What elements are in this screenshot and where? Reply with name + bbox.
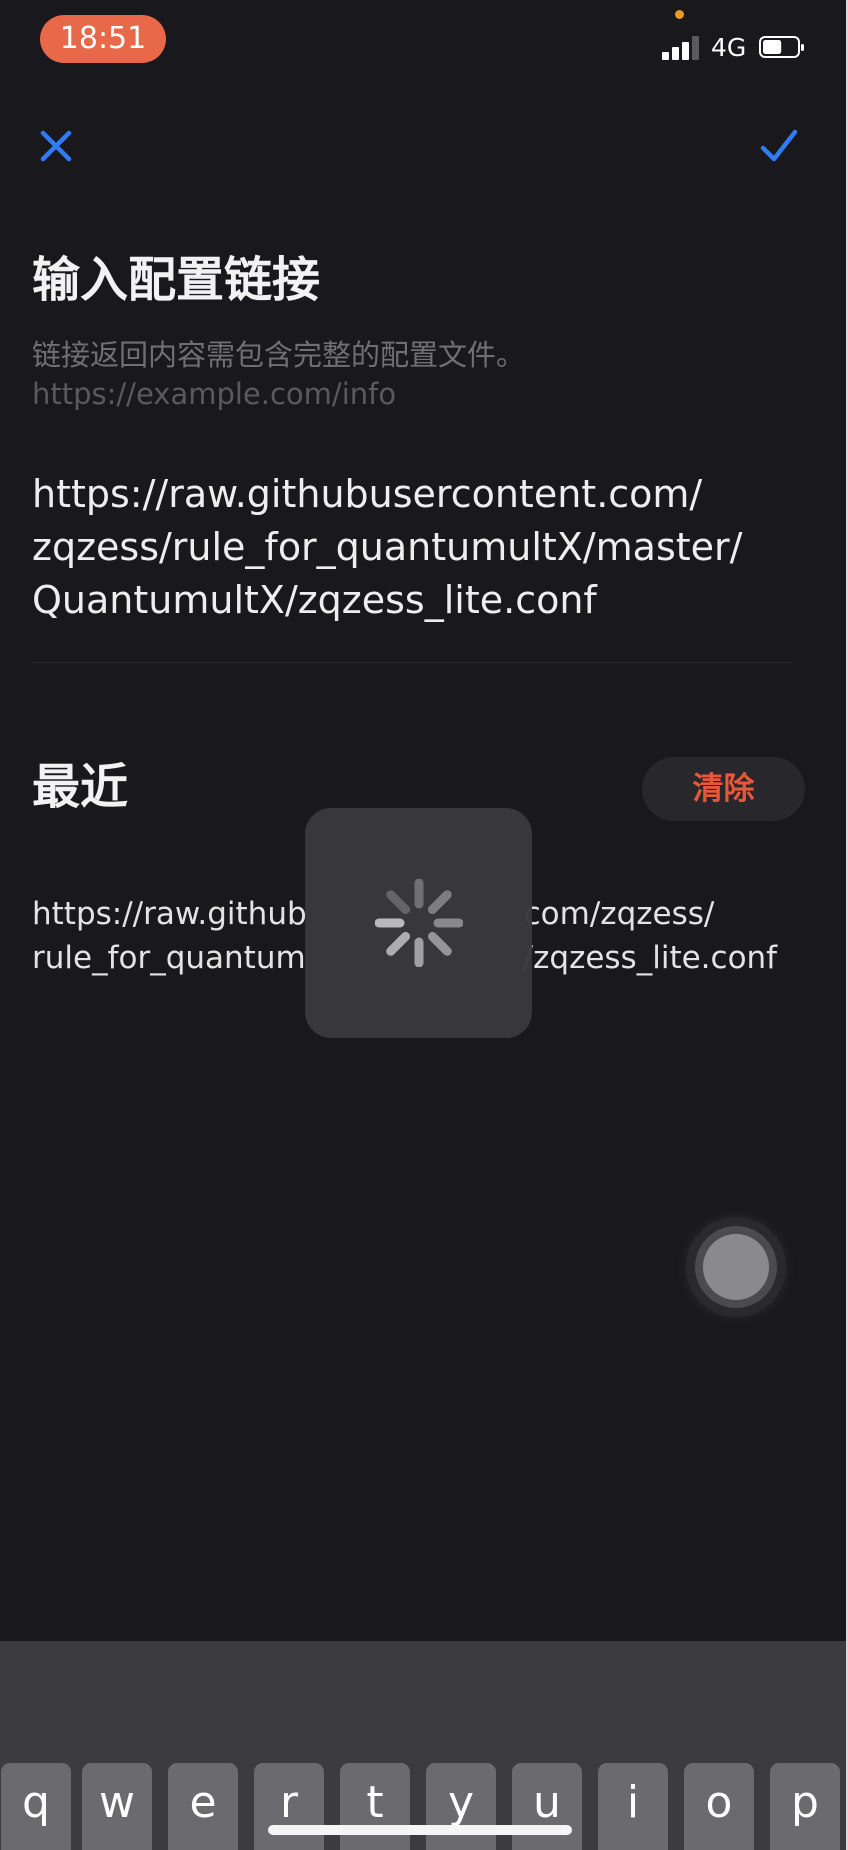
key-q[interactable]: q [1,1763,71,1850]
clear-recent-button[interactable]: 清除 [642,757,805,821]
page-title: 输入配置链接 [32,252,321,308]
key-t[interactable]: t [340,1763,410,1850]
key-w[interactable]: w [82,1763,152,1850]
spinner-spoke [427,931,452,956]
keyboard: q w e r t y u i o p [0,1641,846,1850]
assistive-touch-icon[interactable] [686,1217,786,1317]
page-subtitle: 链接返回内容需包含完整的配置文件。 [32,338,526,372]
key-y[interactable]: y [426,1763,496,1850]
key-r[interactable]: r [254,1763,324,1850]
key-o[interactable]: o [684,1763,754,1850]
spinner-spoke [427,890,452,915]
loading-spinner-icon [375,879,463,967]
input-divider [32,662,792,663]
spinner-spoke [386,890,411,915]
battery-icon [759,36,804,58]
key-p[interactable]: p [770,1763,840,1850]
home-indicator[interactable] [268,1825,572,1835]
config-url-input[interactable]: https://raw.githubusercontent.com/ zqzes… [32,468,812,627]
signal-icon [662,36,702,60]
spinner-spoke [386,931,411,956]
config-link-screen: 18:51 4G 输入配置链接 链接返回内容需包含完整的配置文件。 https:… [0,0,848,1850]
close-icon[interactable] [34,124,78,168]
loading-overlay [305,808,532,1038]
recent-section-title: 最近 [32,759,129,815]
key-i[interactable]: i [598,1763,668,1850]
key-e[interactable]: e [168,1763,238,1850]
key-u[interactable]: u [512,1763,582,1850]
network-type: 4G [711,33,747,62]
privacy-indicator-dot [675,10,684,19]
status-time: 18:51 [40,15,166,63]
example-url-hint: https://example.com/info [32,377,397,411]
checkmark-icon[interactable] [757,124,801,168]
